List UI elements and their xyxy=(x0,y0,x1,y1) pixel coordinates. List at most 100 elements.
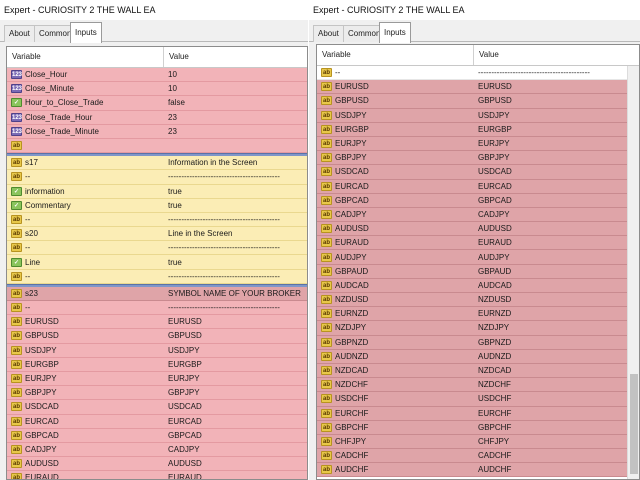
table-row[interactable]: ab AUDNZD AUDNZD xyxy=(317,349,639,364)
table-row[interactable]: ab xyxy=(7,138,307,154)
table-row[interactable]: ab EURJPY EURJPY xyxy=(7,371,307,387)
table-row[interactable]: ab EURCAD EURCAD xyxy=(7,414,307,429)
value-cell[interactable]: USDCHF xyxy=(474,394,639,403)
value-cell[interactable]: Line in the Screen xyxy=(164,229,307,238)
value-cell[interactable]: AUDCHF xyxy=(474,465,639,474)
table-row[interactable]: ab EURAUD EURAUD xyxy=(7,471,307,479)
value-cell[interactable]: NZDCAD xyxy=(474,366,639,375)
value-cell[interactable]: GBPCAD xyxy=(474,196,639,205)
table-row[interactable]: ab EURUSD EURUSD xyxy=(7,315,307,330)
table-row[interactable]: ab -- ------------------------------------… xyxy=(7,212,307,228)
table-row[interactable]: ab EURUSD EURUSD xyxy=(317,80,639,95)
variable-cell[interactable]: ab GBPJPY xyxy=(7,388,164,398)
value-cell[interactable]: GBPNZD xyxy=(474,338,639,347)
tab-inputs[interactable]: Inputs xyxy=(70,22,102,43)
value-cell[interactable]: true xyxy=(164,201,307,210)
variable-cell[interactable]: ab AUDUSD xyxy=(7,459,164,469)
variable-cell[interactable]: ab -- xyxy=(7,214,164,224)
variable-cell[interactable]: ab s17 xyxy=(7,158,164,168)
table-row[interactable]: ab GBPCAD GBPCAD xyxy=(317,193,639,208)
value-cell[interactable]: false xyxy=(164,98,307,107)
value-cell[interactable]: USDCAD xyxy=(164,402,307,411)
value-cell[interactable]: ----------------------------------------… xyxy=(164,215,307,224)
table-row[interactable]: ✓ Commentary true xyxy=(7,198,307,213)
table-row[interactable]: ab GBPJPY GBPJPY xyxy=(7,386,307,401)
table-row[interactable]: ab NZDJPY NZDJPY xyxy=(317,321,639,336)
table-row[interactable]: 123 Close_Hour 10 xyxy=(7,68,307,83)
variable-cell[interactable]: ab NZDJPY xyxy=(317,323,474,333)
value-cell[interactable]: ----------------------------------------… xyxy=(164,243,307,252)
variable-cell[interactable]: ✓ Hour_to_Close_Trade xyxy=(7,98,164,108)
variable-cell[interactable]: ab AUDCAD xyxy=(317,280,474,290)
variable-cell[interactable]: ab GBPUSD xyxy=(7,331,164,341)
value-cell[interactable]: GBPJPY xyxy=(474,153,639,162)
value-cell[interactable]: CHFJPY xyxy=(474,437,639,446)
variable-cell[interactable]: ab AUDUSD xyxy=(317,224,474,234)
variable-cell[interactable]: ab AUDCHF xyxy=(317,465,474,475)
variable-cell[interactable]: ab EURCAD xyxy=(7,416,164,426)
value-cell[interactable]: AUDNZD xyxy=(474,352,639,361)
table-row[interactable]: ab -- ------------------------------------… xyxy=(317,66,639,81)
value-cell[interactable]: SYMBOL NAME OF YOUR BROKER xyxy=(164,289,307,298)
tab-inputs[interactable]: Inputs xyxy=(379,22,411,43)
vertical-scrollbar[interactable] xyxy=(627,66,639,479)
variable-cell[interactable]: ab CHFJPY xyxy=(317,436,474,446)
column-header-variable[interactable]: Variable xyxy=(317,45,474,65)
variable-cell[interactable]: ab EURNZD xyxy=(317,309,474,319)
value-cell[interactable]: EURCAD xyxy=(474,182,639,191)
variable-cell[interactable]: ab GBPAUD xyxy=(317,266,474,276)
variable-cell[interactable]: ab EURUSD xyxy=(7,317,164,327)
value-cell[interactable]: EURCHF xyxy=(474,409,639,418)
value-cell[interactable]: ----------------------------------------… xyxy=(164,303,307,312)
value-cell[interactable]: ----------------------------------------… xyxy=(164,272,307,281)
variable-cell[interactable]: ab EURAUD xyxy=(7,473,164,479)
table-row[interactable]: ab GBPUSD GBPUSD xyxy=(317,94,639,109)
variable-cell[interactable]: ab EURGBP xyxy=(317,124,474,134)
variable-cell[interactable]: ✓ Commentary xyxy=(7,200,164,210)
value-cell[interactable]: GBPJPY xyxy=(164,388,307,397)
value-cell[interactable]: EURNZD xyxy=(474,309,639,318)
table-row[interactable]: ab AUDUSD AUDUSD xyxy=(7,457,307,472)
variable-cell[interactable]: ab s20 xyxy=(7,229,164,239)
table-row[interactable]: ab USDJPY USDJPY xyxy=(7,343,307,358)
variable-cell[interactable]: ab xyxy=(7,141,164,151)
value-cell[interactable]: ----------------------------------------… xyxy=(164,172,307,181)
variable-cell[interactable]: ab s23 xyxy=(7,288,164,298)
table-row[interactable]: ab AUDUSD AUDUSD xyxy=(317,222,639,237)
value-cell[interactable]: true xyxy=(164,187,307,196)
value-cell[interactable]: AUDUSD xyxy=(474,224,639,233)
table-row[interactable]: ab EURCAD EURCAD xyxy=(317,179,639,194)
value-cell[interactable]: 10 xyxy=(164,70,307,79)
table-row[interactable]: ab CADCHF CADCHF xyxy=(317,449,639,464)
variable-cell[interactable]: ab GBPUSD xyxy=(317,96,474,106)
table-row[interactable]: ✓ information true xyxy=(7,184,307,199)
value-cell[interactable]: EURGBP xyxy=(474,125,639,134)
variable-cell[interactable]: ab GBPCHF xyxy=(317,422,474,432)
variable-cell[interactable]: ab CADCHF xyxy=(317,451,474,461)
table-row[interactable]: ab USDCAD USDCAD xyxy=(317,165,639,180)
table-row[interactable]: ab EURJPY EURJPY xyxy=(317,136,639,152)
table-row[interactable]: ab NZDCAD NZDCAD xyxy=(317,363,639,379)
table-row[interactable]: ab -- ------------------------------------… xyxy=(7,269,307,284)
table-row[interactable]: ab GBPCAD GBPCAD xyxy=(7,428,307,443)
variable-cell[interactable]: 123 Close_Trade_Hour xyxy=(7,112,164,122)
value-cell[interactable]: 23 xyxy=(164,113,307,122)
table-row[interactable]: ab AUDCHF AUDCHF xyxy=(317,463,639,478)
scrollbar-thumb[interactable] xyxy=(630,374,638,474)
value-cell[interactable]: Information in the Screen xyxy=(164,158,307,167)
value-cell[interactable]: EURCAD xyxy=(164,417,307,426)
variable-cell[interactable]: ab EURUSD xyxy=(317,82,474,92)
variable-cell[interactable]: ab GBPCAD xyxy=(317,195,474,205)
variable-cell[interactable]: ab EURJPY xyxy=(7,374,164,384)
table-row[interactable]: ab CHFJPY CHFJPY xyxy=(317,434,639,450)
column-header-value[interactable]: Value xyxy=(474,45,639,65)
variable-cell[interactable]: ab -- xyxy=(317,68,474,78)
variable-cell[interactable]: ab USDCHF xyxy=(317,394,474,404)
variable-cell[interactable]: ab USDCAD xyxy=(7,402,164,412)
value-cell[interactable]: ----------------------------------------… xyxy=(474,68,639,77)
table-row[interactable]: ab CADJPY CADJPY xyxy=(317,207,639,223)
value-cell[interactable]: NZDJPY xyxy=(474,323,639,332)
value-cell[interactable]: NZDCHF xyxy=(474,380,639,389)
variable-cell[interactable]: ab GBPCAD xyxy=(7,430,164,440)
variable-cell[interactable]: ab CADJPY xyxy=(7,444,164,454)
